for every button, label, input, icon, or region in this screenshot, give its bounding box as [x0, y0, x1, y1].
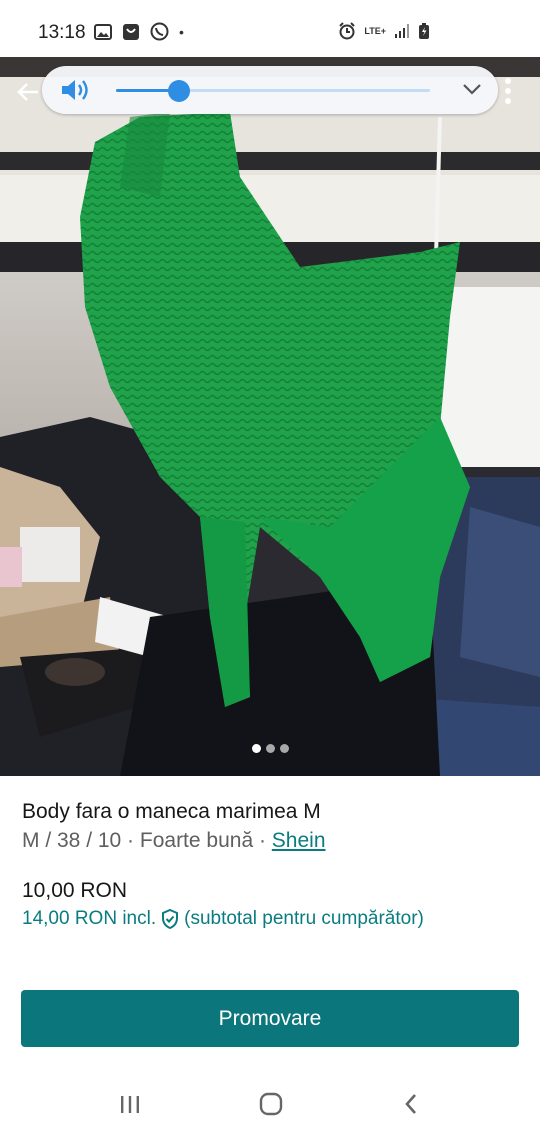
whatsapp-icon: [150, 22, 169, 41]
item-size-condition: M / 38 / 10 · Foarte bună ·: [22, 829, 272, 852]
signal-icon: [395, 24, 409, 38]
volume-panel[interactable]: [42, 66, 498, 114]
back-arrow-icon[interactable]: [14, 78, 42, 106]
carousel-dot: [279, 744, 289, 753]
volume-icon[interactable]: [60, 78, 90, 102]
carousel-dot: [251, 744, 261, 753]
image-icon: [94, 23, 112, 40]
promote-button[interactable]: Promovare: [21, 990, 519, 1047]
shield-check-icon: [162, 908, 179, 930]
carousel-indicator: [0, 744, 540, 753]
product-photo[interactable]: [0, 57, 540, 776]
more-options-icon[interactable]: [502, 76, 514, 106]
status-dot: •: [179, 23, 184, 40]
volume-slider-thumb[interactable]: [167, 80, 190, 102]
status-bar: 13:18 • LTE+: [0, 0, 540, 64]
volume-slider[interactable]: [116, 80, 430, 102]
alarm-icon: [339, 22, 356, 40]
buyer-subtotal-note: (subtotal pentru cumpărător): [184, 908, 424, 929]
system-nav-bar: [0, 1078, 540, 1140]
product-photo-image: [0, 57, 540, 776]
system-icons: LTE+: [338, 22, 430, 40]
carousel-dot: [265, 744, 275, 753]
chevron-down-icon[interactable]: [462, 81, 482, 97]
item-price: 10,00 RON: [22, 879, 128, 902]
item-title: Body fara o maneca marimea M: [22, 800, 321, 823]
recent-apps-icon[interactable]: [118, 1092, 142, 1116]
price-incl-value: 14,00 RON incl.: [22, 908, 157, 929]
price-with-fees[interactable]: 14,00 RON incl. (subtotal pentru cumpără…: [22, 908, 424, 930]
item-meta: M / 38 / 10 · Foarte bună · Shein: [22, 829, 326, 853]
home-icon[interactable]: [258, 1092, 284, 1116]
lte-icon: LTE+: [364, 26, 386, 36]
shopping-bag-icon: [123, 23, 139, 40]
status-time: 13:18: [38, 22, 86, 43]
brand-link[interactable]: Shein: [272, 829, 326, 852]
back-nav-icon[interactable]: [400, 1092, 424, 1116]
notification-icons: •: [94, 22, 184, 41]
battery-charging-icon: [419, 23, 429, 39]
